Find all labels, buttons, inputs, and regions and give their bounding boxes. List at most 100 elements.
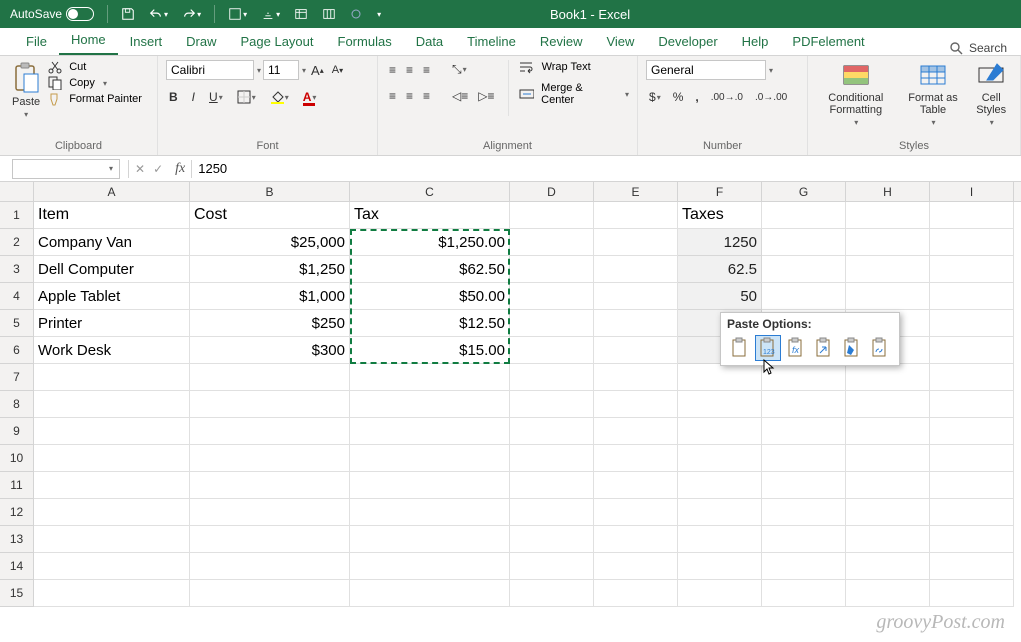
cell-C2[interactable]: $1,250.00 (350, 229, 510, 256)
align-right-icon[interactable]: ≡ (420, 87, 433, 105)
tab-page-layout[interactable]: Page Layout (229, 28, 326, 55)
cell-G8[interactable] (762, 391, 846, 418)
cell-D2[interactable] (510, 229, 594, 256)
row-header[interactable]: 4 (0, 283, 34, 310)
tab-timeline[interactable]: Timeline (455, 28, 528, 55)
cell-B5[interactable]: $250 (190, 310, 350, 337)
cell-D7[interactable] (510, 364, 594, 391)
cell-E7[interactable] (594, 364, 678, 391)
name-box[interactable]: ▾ (12, 159, 120, 179)
tab-data[interactable]: Data (404, 28, 455, 55)
cell-I7[interactable] (930, 364, 1014, 391)
cell-F1[interactable]: Taxes (678, 202, 762, 229)
cell-D12[interactable] (510, 499, 594, 526)
cell-A6[interactable]: Work Desk (34, 337, 190, 364)
align-center-icon[interactable]: ≡ (403, 87, 416, 105)
cell-B6[interactable]: $300 (190, 337, 350, 364)
cell-G3[interactable] (762, 256, 846, 283)
tab-file[interactable]: File (14, 28, 59, 55)
cell-D1[interactable] (510, 202, 594, 229)
cell-D5[interactable] (510, 310, 594, 337)
save-icon[interactable] (117, 5, 139, 23)
cell-F12[interactable] (678, 499, 762, 526)
cell-H1[interactable] (846, 202, 930, 229)
cell-H3[interactable] (846, 256, 930, 283)
cell-F7[interactable] (678, 364, 762, 391)
cell-A4[interactable]: Apple Tablet (34, 283, 190, 310)
col-header-E[interactable]: E (594, 182, 678, 201)
cell-E12[interactable] (594, 499, 678, 526)
row-header[interactable]: 9 (0, 418, 34, 445)
tab-home[interactable]: Home (59, 26, 118, 55)
cell-B9[interactable] (190, 418, 350, 445)
fx-icon[interactable]: fx (169, 161, 191, 177)
paste-option-link[interactable] (867, 335, 893, 361)
decrease-indent-icon[interactable]: ◁≡ (449, 87, 471, 105)
cell-C11[interactable] (350, 472, 510, 499)
paste-option-formatting[interactable] (839, 335, 865, 361)
cell-G12[interactable] (762, 499, 846, 526)
format-as-table-button[interactable]: Format as Table▾ (904, 60, 963, 129)
row-header[interactable]: 13 (0, 526, 34, 553)
cell-B13[interactable] (190, 526, 350, 553)
col-header-F[interactable]: F (678, 182, 762, 201)
cell-C6[interactable]: $15.00 (350, 337, 510, 364)
cell-B12[interactable] (190, 499, 350, 526)
paste-button[interactable]: Paste ▾ (8, 60, 44, 121)
row-header[interactable]: 2 (0, 229, 34, 256)
col-header-A[interactable]: A (34, 182, 190, 201)
tab-review[interactable]: Review (528, 28, 595, 55)
cell-E15[interactable] (594, 580, 678, 607)
cell-B8[interactable] (190, 391, 350, 418)
cell-A7[interactable] (34, 364, 190, 391)
cell-G9[interactable] (762, 418, 846, 445)
col-header-D[interactable]: D (510, 182, 594, 201)
decrease-decimal-icon[interactable]: .0→.00 (752, 90, 790, 105)
percent-format-icon[interactable]: % (670, 88, 687, 106)
cell-B4[interactable]: $1,000 (190, 283, 350, 310)
copy-button[interactable]: Copy ▾ (48, 76, 142, 90)
row-header[interactable]: 1 (0, 202, 34, 229)
col-header-H[interactable]: H (846, 182, 930, 201)
cell-C8[interactable] (350, 391, 510, 418)
align-left-icon[interactable]: ≡ (386, 87, 399, 105)
cell-C9[interactable] (350, 418, 510, 445)
cell-D8[interactable] (510, 391, 594, 418)
cell-A8[interactable] (34, 391, 190, 418)
accounting-format-icon[interactable]: $▾ (646, 88, 664, 106)
cell-A5[interactable]: Printer (34, 310, 190, 337)
col-header-G[interactable]: G (762, 182, 846, 201)
cell-I11[interactable] (930, 472, 1014, 499)
italic-button[interactable]: I (189, 88, 198, 106)
comma-format-icon[interactable]: , (692, 88, 701, 106)
wrap-text-button[interactable]: Wrap Text (519, 60, 630, 74)
cell-H9[interactable] (846, 418, 930, 445)
qat-item-5-icon[interactable] (346, 6, 366, 22)
cell-C15[interactable] (350, 580, 510, 607)
tab-pdfelement[interactable]: PDFelement (780, 28, 876, 55)
cell-D14[interactable] (510, 553, 594, 580)
cell-C5[interactable]: $12.50 (350, 310, 510, 337)
tab-developer[interactable]: Developer (646, 28, 729, 55)
format-painter-button[interactable]: Format Painter (48, 92, 142, 106)
cell-A11[interactable] (34, 472, 190, 499)
cell-H4[interactable] (846, 283, 930, 310)
cell-A2[interactable]: Company Van (34, 229, 190, 256)
cell-E13[interactable] (594, 526, 678, 553)
cell-F14[interactable] (678, 553, 762, 580)
cell-I13[interactable] (930, 526, 1014, 553)
cell-H8[interactable] (846, 391, 930, 418)
cell-D3[interactable] (510, 256, 594, 283)
cell-G14[interactable] (762, 553, 846, 580)
cell-I14[interactable] (930, 553, 1014, 580)
select-all-corner[interactable] (0, 182, 34, 201)
font-name-input[interactable] (166, 60, 254, 80)
fill-color-button[interactable]: ▾ (267, 88, 292, 106)
font-color-button[interactable]: A▾ (300, 88, 320, 106)
cell-B2[interactable]: $25,000 (190, 229, 350, 256)
cell-F13[interactable] (678, 526, 762, 553)
underline-button[interactable]: U▾ (206, 88, 226, 106)
align-bottom-icon[interactable]: ≡ (420, 61, 433, 79)
row-header[interactable]: 7 (0, 364, 34, 391)
undo-icon[interactable]: ▾ (145, 5, 172, 23)
